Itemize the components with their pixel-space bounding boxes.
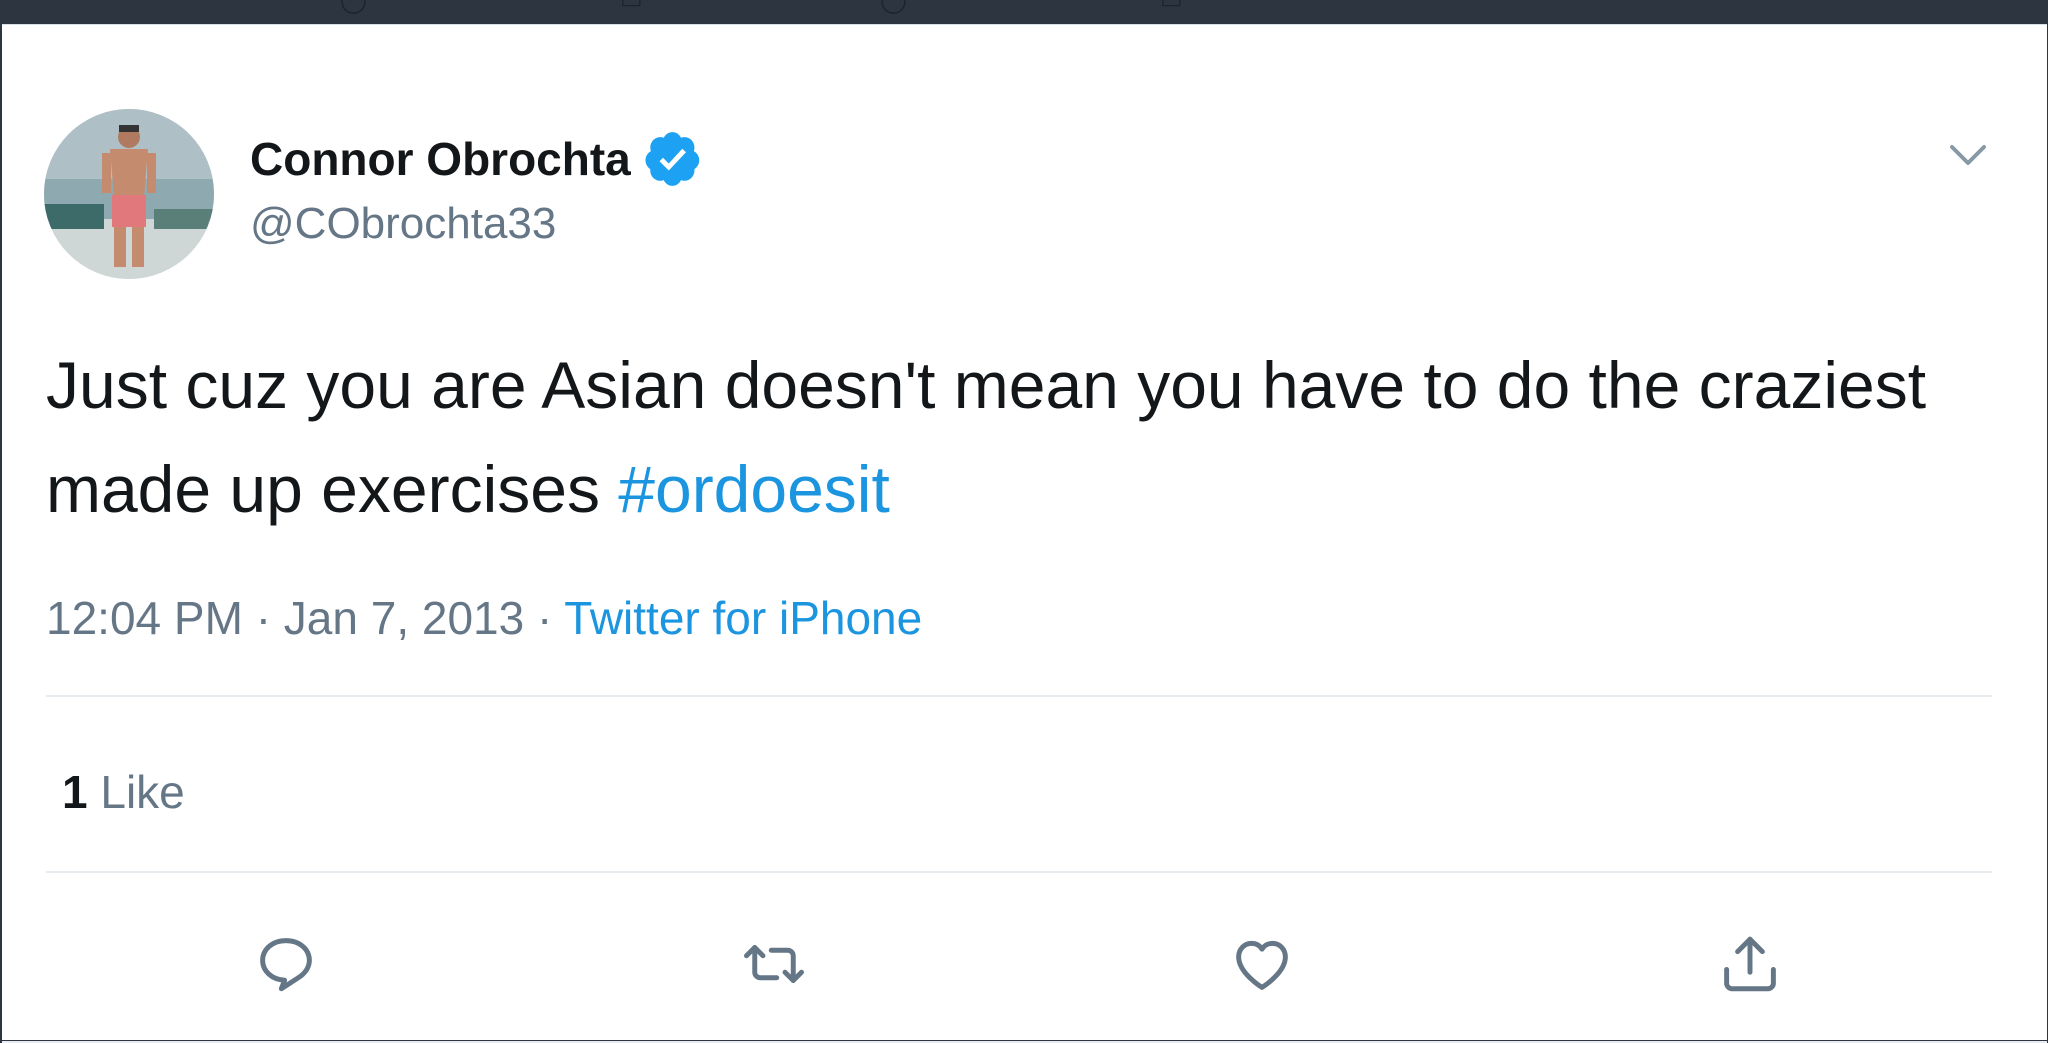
divider bbox=[46, 871, 1992, 873]
tweet-body: Just cuz you are Asian doesn't mean you … bbox=[46, 348, 1927, 526]
chevron-down-icon[interactable] bbox=[1946, 141, 1990, 171]
likes-summary[interactable]: 1 Like bbox=[62, 765, 185, 819]
heart-icon[interactable] bbox=[1226, 931, 1298, 997]
likes-label: Like bbox=[100, 766, 185, 818]
ghost-reply-icon: ◯ bbox=[340, 0, 367, 14]
tweet-metadata: 12:04 PM · Jan 7, 2013 · Twitter for iPh… bbox=[46, 591, 922, 645]
author-row[interactable]: Connor Obrochta bbox=[250, 129, 703, 189]
ghost-retweet-icon: ▭ bbox=[620, 0, 643, 14]
divider bbox=[46, 695, 1992, 697]
tweet-text: Just cuz you are Asian doesn't mean you … bbox=[46, 333, 2006, 541]
top-bar: ◯ ▭ ◯ ▭ bbox=[0, 0, 2048, 24]
reply-icon[interactable] bbox=[250, 931, 322, 997]
tweet-source-link[interactable]: Twitter for iPhone bbox=[564, 592, 922, 644]
hashtag-link[interactable]: #ordoesit bbox=[618, 452, 890, 526]
tweet-card: Connor Obrochta @CObrochta33 Just cuz yo… bbox=[2, 24, 2047, 1043]
avatar[interactable] bbox=[44, 109, 214, 279]
verified-badge-icon bbox=[645, 132, 700, 186]
ghost-like-icon: ◯ bbox=[880, 0, 907, 14]
likes-count: 1 bbox=[62, 766, 88, 818]
tweet-date[interactable]: Jan 7, 2013 bbox=[284, 592, 524, 644]
avatar-photo bbox=[44, 109, 214, 279]
author-name[interactable]: Connor Obrochta bbox=[250, 132, 631, 186]
share-icon[interactable] bbox=[1714, 931, 1786, 997]
meta-separator: · bbox=[537, 592, 553, 644]
tweet-time[interactable]: 12:04 PM bbox=[46, 592, 243, 644]
meta-separator: · bbox=[255, 592, 272, 644]
author-handle[interactable]: @CObrochta33 bbox=[250, 199, 556, 249]
retweet-icon[interactable] bbox=[738, 931, 810, 997]
ghost-share-icon: ▭ bbox=[1160, 0, 1183, 14]
